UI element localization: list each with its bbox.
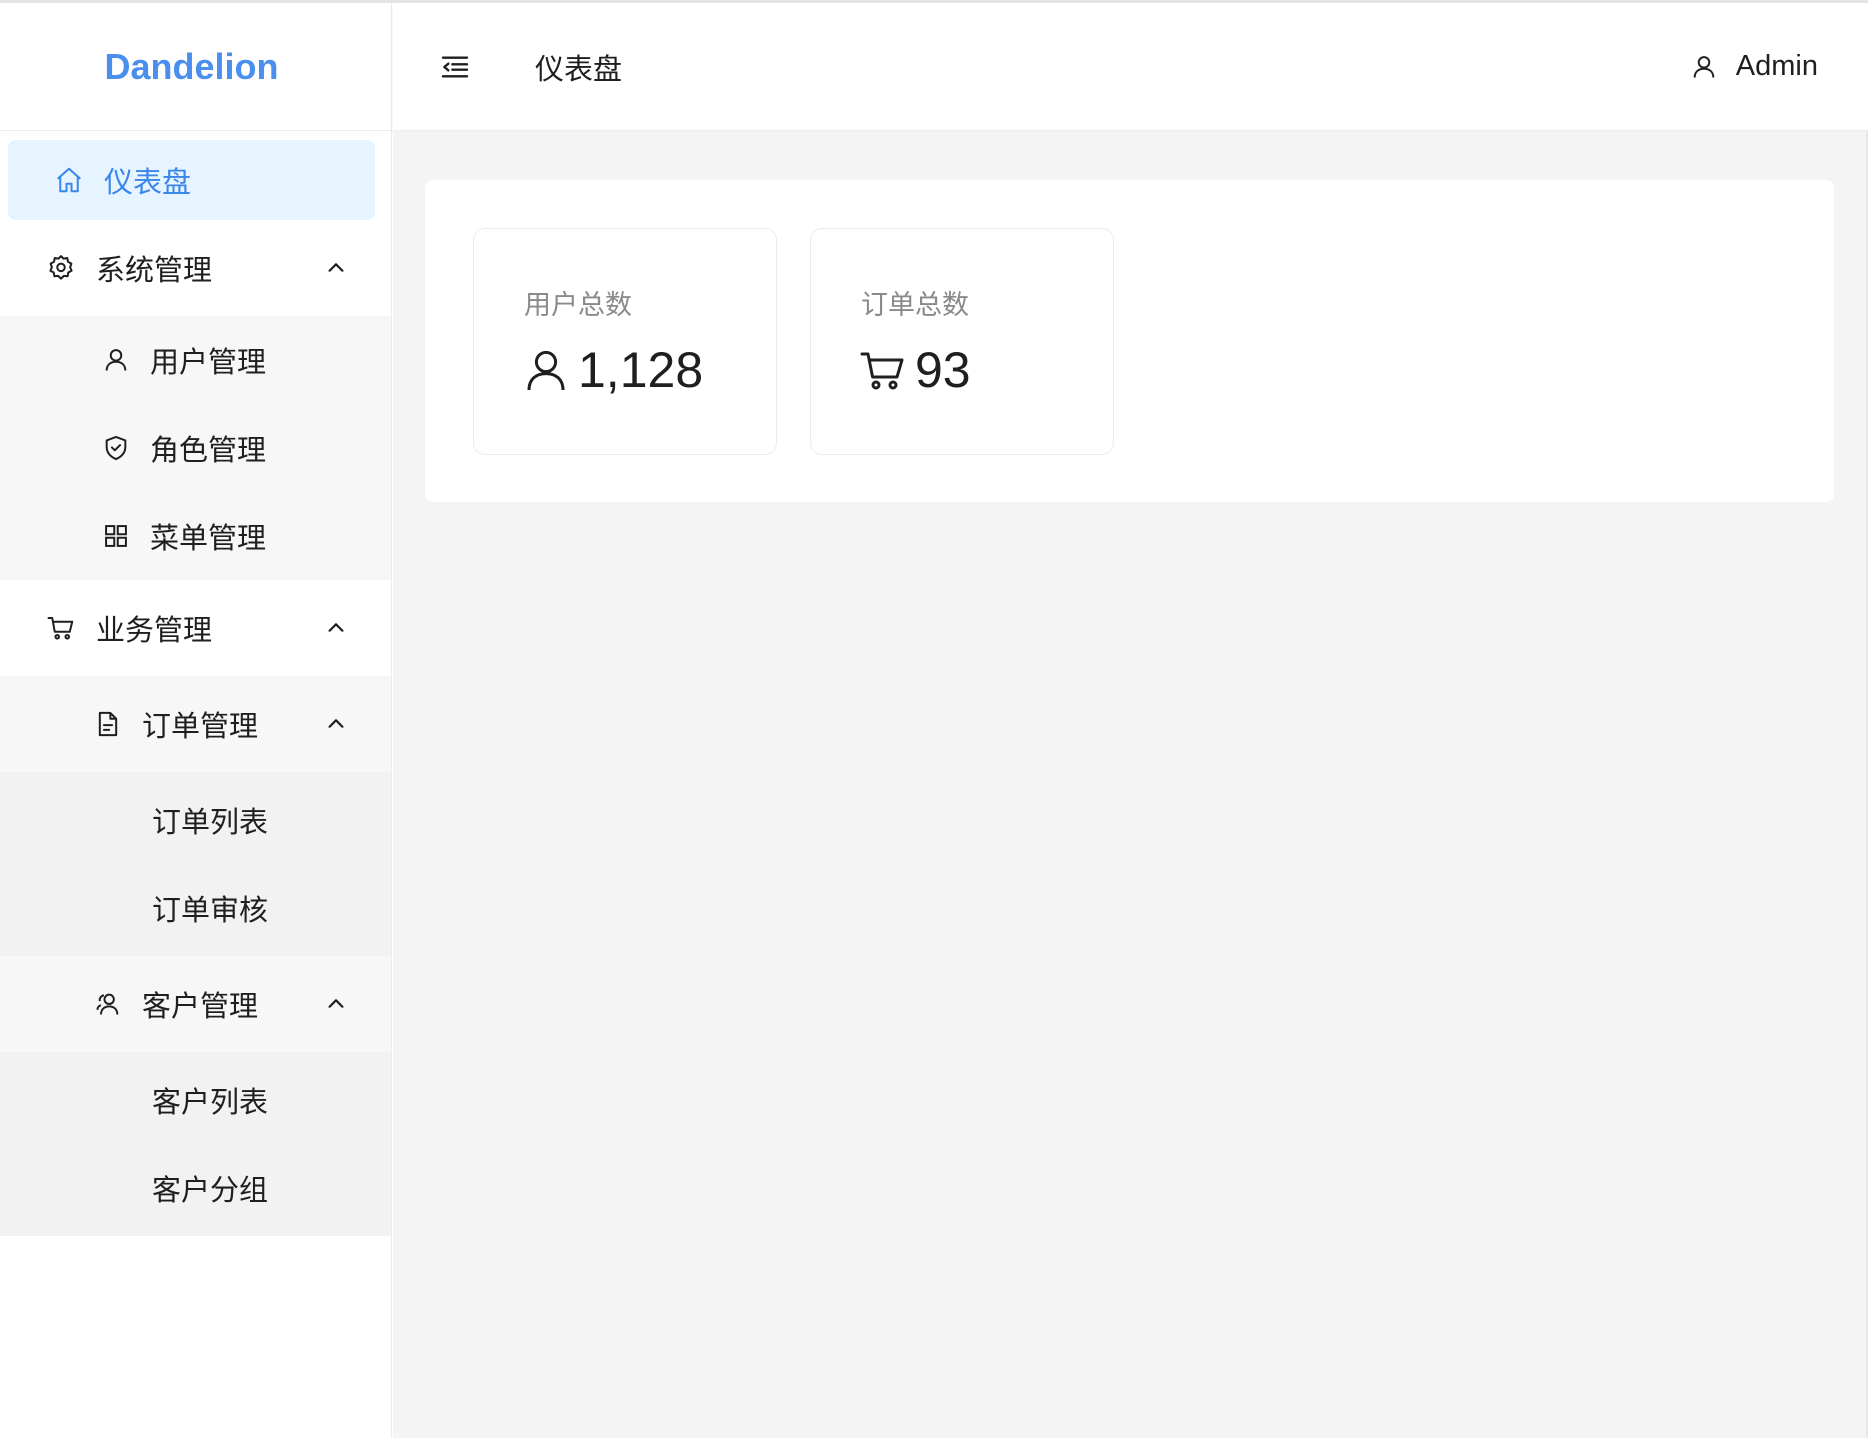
sidebar-item-order-review[interactable]: 订单审核 — [0, 864, 391, 952]
stat-label: 用户总数 — [524, 290, 632, 321]
chevron-up-icon — [325, 257, 347, 279]
sidebar-item-menus[interactable]: 菜单管理 — [0, 492, 391, 580]
app-logo[interactable]: Dandelion — [0, 3, 391, 131]
home-icon — [54, 165, 84, 195]
sidebar-item-customer-list[interactable]: 客户列表 — [0, 1056, 391, 1144]
stat-card-orders: 订单总数 93 — [810, 228, 1114, 455]
sidebar-group-label: 订单管理 — [142, 709, 259, 743]
sidebar-item-label: 角色管理 — [150, 433, 267, 467]
sidebar: Dandelion 仪表盘 系统管理 用户管理 角色管理 菜单管理 业务管理 订… — [0, 3, 392, 1438]
sidebar-group-label: 业务管理 — [96, 613, 213, 647]
sidebar-menu: 仪表盘 系统管理 用户管理 角色管理 菜单管理 业务管理 订单管理 订单列表 订… — [0, 140, 391, 1236]
chevron-up-icon — [325, 713, 347, 735]
sidebar-item-label: 仪表盘 — [104, 165, 192, 199]
sidebar-group-system[interactable]: 系统管理 — [0, 220, 391, 316]
stat-value-row: 93 — [859, 341, 971, 399]
menu-fold-icon[interactable] — [439, 51, 471, 83]
stat-card-users: 用户总数 1,128 — [473, 228, 777, 455]
page-title: 仪表盘 — [535, 51, 623, 86]
grid-icon — [102, 522, 130, 550]
sidebar-item-label: 菜单管理 — [150, 521, 267, 555]
stat-label: 订单总数 — [861, 290, 969, 321]
sidebar-item-label: 用户管理 — [150, 345, 267, 379]
stat-value: 1,128 — [578, 342, 704, 398]
main-content: 用户总数 1,128 订单总数 93 — [393, 131, 1868, 1438]
user-icon — [1690, 53, 1718, 81]
user-icon — [522, 346, 570, 394]
file-text-icon — [94, 710, 122, 738]
sidebar-item-roles[interactable]: 角色管理 — [0, 404, 391, 492]
shield-check-icon — [102, 434, 130, 462]
sidebar-submenu-system: 用户管理 角色管理 菜单管理 — [0, 316, 391, 580]
sidebar-group-customers[interactable]: 客户管理 — [0, 956, 391, 1052]
top-header: 仪表盘 Admin — [393, 3, 1868, 131]
user-menu[interactable]: Admin — [1690, 50, 1818, 83]
stat-value: 93 — [915, 342, 971, 398]
chevron-up-icon — [325, 617, 347, 639]
sidebar-item-customer-groups[interactable]: 客户分组 — [0, 1144, 391, 1232]
sidebar-group-label: 系统管理 — [96, 253, 213, 287]
sidebar-submenu-business: 订单管理 订单列表 订单审核 客户管理 客户列表 客户分组 — [0, 676, 391, 1236]
gear-icon — [46, 253, 76, 283]
user-name: Admin — [1735, 50, 1818, 82]
stat-value-row: 1,128 — [522, 341, 703, 399]
sidebar-group-business[interactable]: 业务管理 — [0, 580, 391, 676]
cart-icon — [859, 346, 907, 394]
sidebar-submenu-orders: 订单列表 订单审核 — [0, 772, 391, 956]
sidebar-group-label: 客户管理 — [142, 989, 259, 1023]
stats-panel: 用户总数 1,128 订单总数 93 — [425, 180, 1834, 502]
sidebar-item-users[interactable]: 用户管理 — [0, 316, 391, 404]
sidebar-group-orders[interactable]: 订单管理 — [0, 676, 391, 772]
customers-icon — [94, 990, 122, 1018]
sidebar-item-dashboard[interactable]: 仪表盘 — [8, 140, 375, 220]
cart-icon — [46, 613, 76, 643]
user-icon — [102, 346, 130, 374]
sidebar-submenu-customers: 客户列表 客户分组 — [0, 1052, 391, 1236]
chevron-up-icon — [325, 993, 347, 1015]
sidebar-item-order-list[interactable]: 订单列表 — [0, 776, 391, 864]
